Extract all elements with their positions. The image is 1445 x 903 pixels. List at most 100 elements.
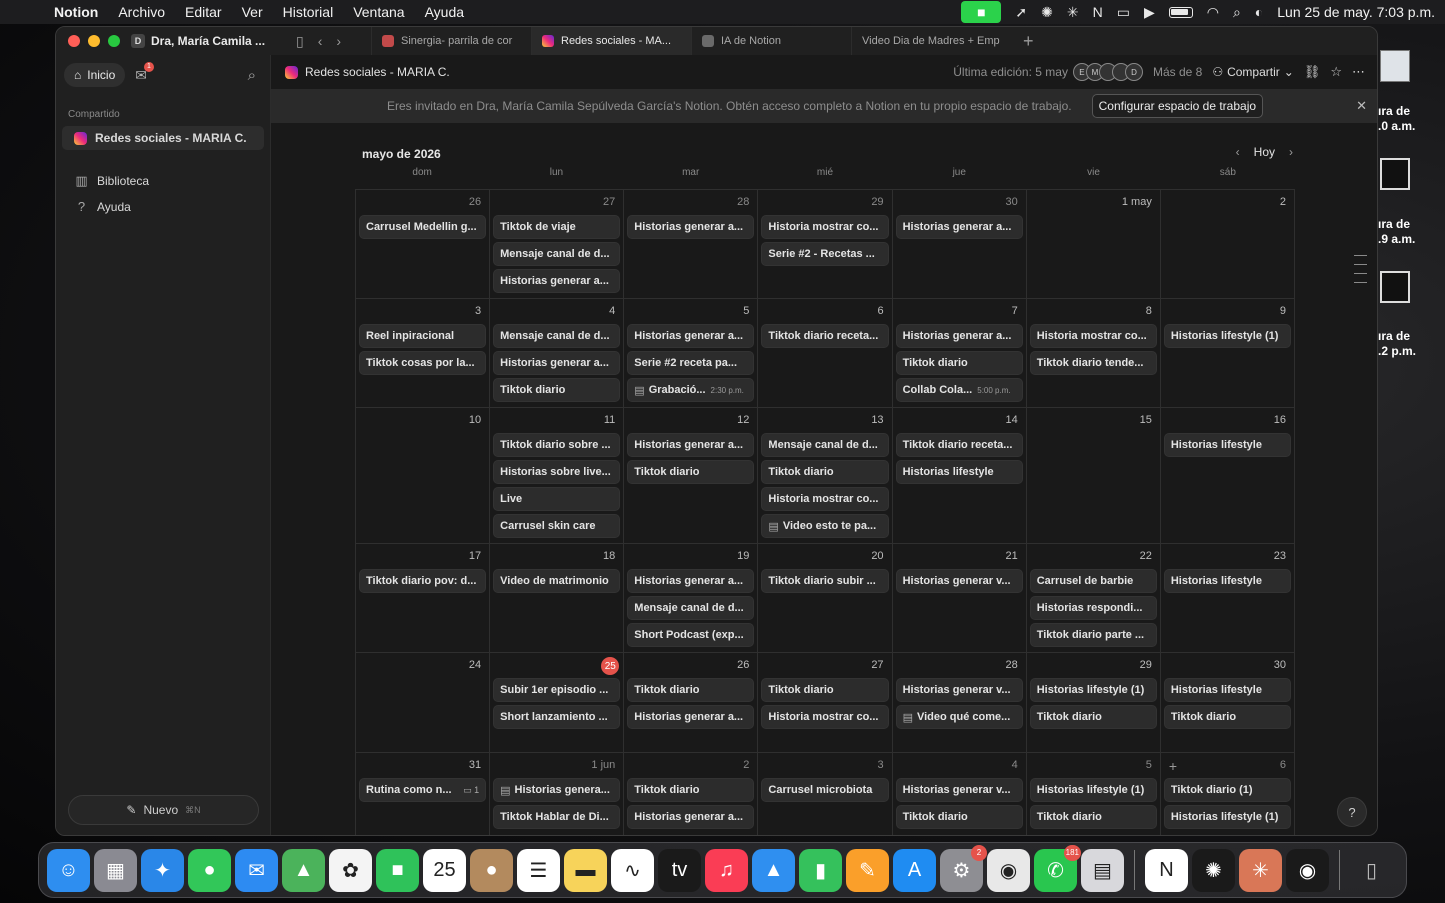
calendar-event-card[interactable]: Short lanzamiento ...	[494, 706, 620, 728]
calendar-event-card[interactable]: Tiktok diario subir ...	[762, 570, 888, 592]
trash-icon[interactable]: ▯	[1350, 849, 1393, 892]
messages-icon[interactable]: ●	[188, 848, 231, 892]
calendar-event-card[interactable]: Tiktok diario sobre ...	[494, 434, 620, 456]
calendar-event-card[interactable]: Historia mostrar co...	[762, 488, 888, 510]
setup-workspace-button[interactable]: Configurar espacio de trabajo	[1091, 94, 1264, 118]
new-tab-icon[interactable]: +	[1011, 31, 1034, 52]
calendar-event-card[interactable]: Historias lifestyle (1)	[1164, 325, 1290, 347]
calendar-day-cell[interactable]: 22 Carrusel de barbie Historias respondi..…	[1026, 544, 1161, 653]
inbox-button[interactable]: ✉ 1	[135, 61, 154, 84]
sidebar-toggle-icon[interactable]: ▯	[296, 33, 304, 50]
facetime-status-icon[interactable]: ■	[961, 1, 1002, 23]
calendar-event-card[interactable]: Tiktok diario	[1030, 806, 1156, 828]
calendar-event-card[interactable]: Tiktok diario	[628, 679, 754, 701]
desktop-file-thumbnail[interactable]	[1380, 50, 1410, 82]
mail-icon[interactable]: ✉	[235, 848, 278, 892]
calendar-event-card[interactable]: Historias generar v...	[896, 570, 1022, 592]
calendar-event-card[interactable]: Historias lifestyle (1)	[1030, 679, 1156, 701]
calendar-event-card[interactable]: Tiktok diario (1)	[1164, 779, 1290, 801]
control-center-icon[interactable]: ◐	[1255, 4, 1263, 20]
calendar-day-cell[interactable]: 14 Tiktok diario receta... Historias lifes…	[892, 408, 1027, 544]
calendar-event-card[interactable]: Carrusel de barbie	[1030, 570, 1156, 592]
calendar-day-cell[interactable]: 8 Historia mostrar co... Tiktok diario ten…	[1026, 299, 1161, 408]
calendar-event-card[interactable]: Historias lifestyle	[1164, 679, 1290, 701]
back-icon[interactable]: ‹	[318, 33, 323, 50]
calendar-event-card[interactable]: Historias generar v...	[896, 779, 1022, 801]
calendar-event-card[interactable]: Tiktok cosas por la...	[360, 352, 486, 374]
page-title[interactable]: Redes sociales - MARIA C.	[305, 65, 450, 79]
tab-redes-sociales[interactable]: Redes sociales - MA...	[531, 27, 691, 55]
facetime-icon[interactable]: ■	[376, 848, 419, 892]
calendar-event-card[interactable]: Historia mostrar co...	[762, 706, 888, 728]
calendar-event-card[interactable]: Historias generar a...	[896, 216, 1022, 238]
contacts-icon[interactable]: ●	[470, 848, 513, 892]
calendar-event-card[interactable]: Live	[494, 488, 620, 510]
finder-icon[interactable]: ☺	[47, 848, 90, 892]
calendar-day-cell[interactable]: 30 Historias generar a...	[892, 190, 1027, 299]
calendar-day-cell[interactable]: 25 Subir 1er episodio ... Short lanzamient…	[490, 653, 625, 753]
collaborator-avatars[interactable]: E M D	[1072, 63, 1143, 81]
settings-icon[interactable]: ⚙ 2	[940, 844, 987, 892]
calendar-day-cell[interactable]: 18 Video de matrimonio	[490, 544, 625, 653]
home-button[interactable]: ⌂ Inicio	[64, 63, 126, 87]
display-status-icon[interactable]: ▭	[1117, 4, 1130, 21]
calendar-event-card[interactable]: ▤ Historias genera...	[494, 779, 620, 801]
calendar-event-card[interactable]: Historias lifestyle	[1164, 570, 1290, 592]
calendar-day-cell[interactable]: 5 Historias generar a... Serie #2 receta p…	[624, 299, 759, 408]
calendar-day-cell[interactable]: 5 Historias lifestyle (1) Tiktok diario	[1027, 753, 1161, 835]
calendar-day-cell[interactable]: 19 Historias generar a... Mensaje canal de…	[624, 544, 759, 653]
location-status-icon[interactable]: ➚	[1015, 4, 1027, 21]
calendar-event-card[interactable]: Historias generar a...	[896, 325, 1022, 347]
calendar-event-card[interactable]: Mensaje canal de d...	[762, 434, 888, 456]
whatsapp-icon[interactable]: ✆ 181	[1034, 844, 1081, 892]
desktop-file-thumbnail[interactable]	[1380, 158, 1410, 190]
minimize-window-button[interactable]	[88, 35, 100, 47]
desktop-file-thumbnail[interactable]	[1380, 271, 1410, 303]
reminders-icon[interactable]: ☰	[517, 848, 560, 892]
star-icon[interactable]: ☆	[1330, 64, 1342, 80]
numbers-icon[interactable]: ▮	[799, 848, 842, 892]
keynote-icon[interactable]: ▲	[752, 848, 795, 892]
calendar-day-cell[interactable]: 3 Carrusel microbiota	[758, 753, 893, 835]
calendar-event-card[interactable]: Historia mostrar co...	[1030, 325, 1156, 347]
calendar-day-cell[interactable]: 7 Historias generar a... Tiktok diario Coll…	[892, 299, 1027, 408]
calendar-event-card[interactable]: Historias lifestyle (1)	[1164, 806, 1290, 828]
calendar-event-card[interactable]: Tiktok diario	[896, 806, 1022, 828]
calendar-event-card[interactable]: Tiktok diario	[628, 779, 754, 801]
calendar-event-card[interactable]: ▤ Grabació... 2:30 p.m.	[628, 379, 754, 401]
chatgpt-icon[interactable]: ✺	[1192, 848, 1235, 892]
preview-icon[interactable]: ▤	[1081, 848, 1124, 892]
zoom-window-button[interactable]	[108, 35, 120, 47]
calendar-event-card[interactable]: Mensaje canal de d...	[494, 325, 620, 347]
close-icon[interactable]: ✕	[1356, 98, 1367, 114]
calendar-day-cell[interactable]: 10	[356, 408, 491, 544]
chatgpt-status-icon[interactable]: ✺	[1041, 4, 1053, 21]
calendar-day-cell[interactable]: 28 Historias generar v... ▤ Video qué come.…	[892, 653, 1027, 753]
calendar-event-card[interactable]: ▤ Video qué come...	[896, 706, 1022, 728]
calendar-event-card[interactable]: Historias generar a...	[628, 434, 754, 456]
calendar-event-card[interactable]: Serie #2 - Recetas ...	[762, 243, 888, 265]
search-icon[interactable]: ⌕	[248, 67, 262, 84]
calendar-event-card[interactable]: Historias generar a...	[628, 216, 754, 238]
calendar-event-card[interactable]: Carrusel skin care	[494, 515, 620, 537]
workspace-switcher[interactable]: D Dra, María Camila ...	[131, 34, 281, 48]
calendar-icon[interactable]: 25	[423, 848, 466, 892]
calendar-event-card[interactable]: Historias respondi...	[1030, 597, 1156, 619]
calendar-event-card[interactable]: Historias generar a...	[628, 570, 754, 592]
calendar-event-card[interactable]: Historias generar a...	[628, 806, 754, 828]
maps-icon[interactable]: ▲	[282, 848, 325, 892]
calendar-day-cell[interactable]: 11 Tiktok diario sobre ... Historias sobre…	[490, 408, 625, 544]
tv-icon[interactable]: tv	[658, 848, 701, 892]
menu-ayuda[interactable]: Ayuda	[415, 4, 474, 20]
calendar-day-cell[interactable]: 27 Tiktok de viaje Mensaje canal de d... Hi…	[490, 190, 625, 299]
calendar-event-card[interactable]: Tiktok diario	[494, 379, 620, 401]
calendar-day-cell[interactable]: 1 jun ▤ Historias genera... Tiktok Hablar d…	[490, 753, 625, 835]
help-button[interactable]: ?	[1337, 797, 1367, 827]
close-window-button[interactable]	[68, 35, 80, 47]
app-store-icon[interactable]: A	[893, 848, 936, 892]
calendar-day-cell[interactable]: 13 Mensaje canal de d... Tiktok diario Hist…	[758, 408, 893, 544]
calendar-day-cell[interactable]: 29 Historias lifestyle (1) Tiktok diario	[1026, 653, 1161, 753]
calendar-event-card[interactable]: Tiktok diario	[762, 679, 888, 701]
calendar-event-card[interactable]: Tiktok diario	[1030, 706, 1156, 728]
calendar-day-cell[interactable]: 28 Historias generar a...	[624, 190, 759, 299]
